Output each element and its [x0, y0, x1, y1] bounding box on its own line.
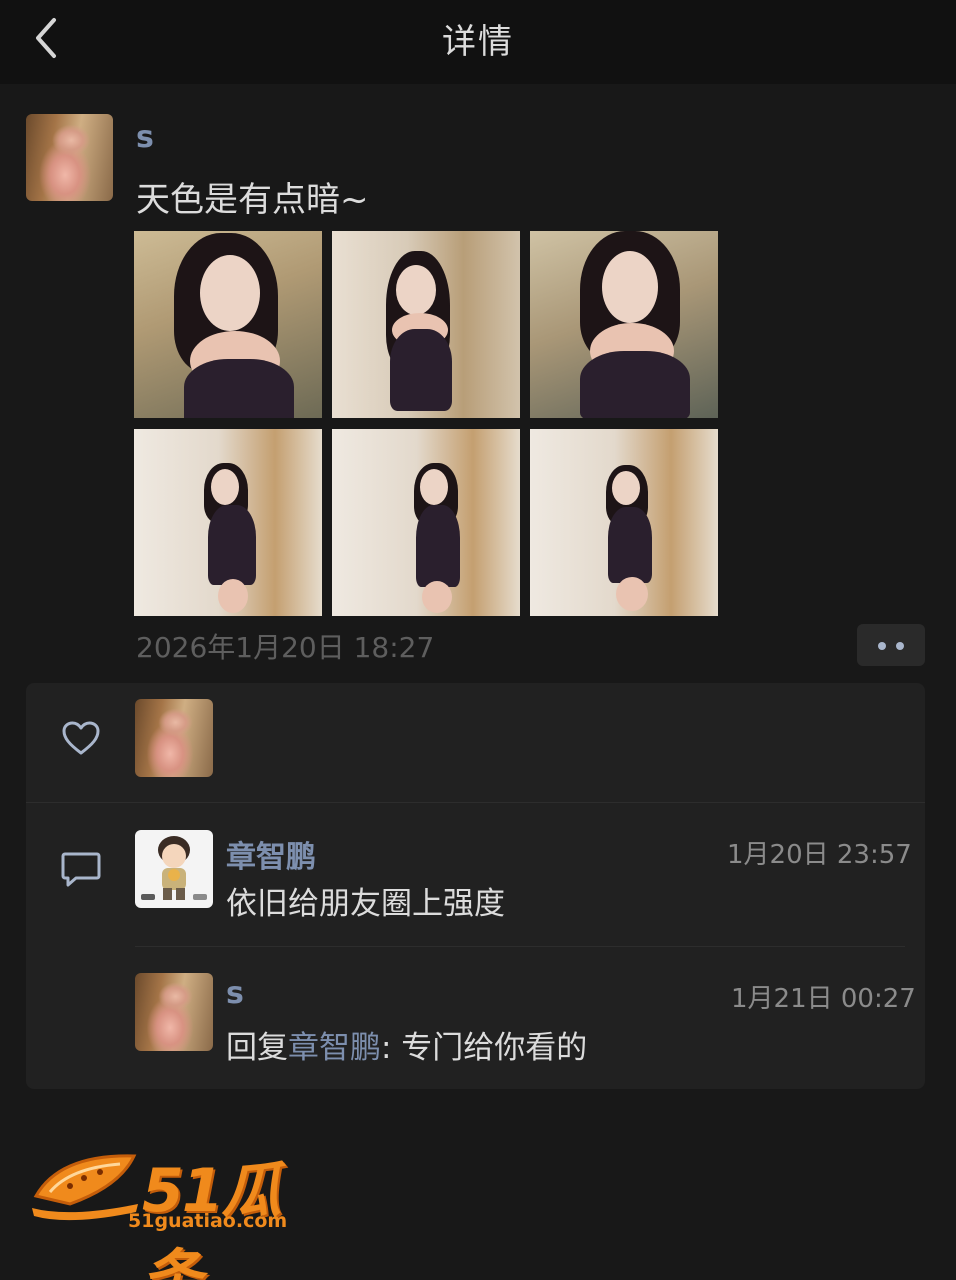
post-text: 天色是有点暗~	[136, 180, 369, 220]
reply-prefix: 回复	[226, 1030, 288, 1066]
reply-text: 回复章智鹏: 专门给你看的	[226, 1022, 587, 1067]
post-author-avatar[interactable]	[26, 114, 113, 201]
reply-author-name[interactable]: s	[226, 976, 244, 1011]
page-title: 详情	[442, 22, 514, 62]
cartoon-avatar-icon	[141, 836, 207, 900]
comment-text: 依旧给朋友圈上强度	[226, 886, 505, 922]
photo-grid	[134, 231, 718, 617]
dot-icon	[878, 642, 886, 650]
reply-time: 1月21日 00:27	[731, 984, 916, 1014]
comment-bubble-icon	[61, 852, 101, 887]
watermark-url: 51guatiao.com	[128, 1210, 288, 1232]
post-photo-2[interactable]	[332, 231, 520, 418]
liker-avatar[interactable]	[135, 699, 213, 777]
comment-author-avatar[interactable]	[135, 830, 213, 908]
post-photo-3[interactable]	[530, 231, 718, 418]
comment-author-name[interactable]: 章智鹏	[226, 832, 316, 876]
more-actions-button[interactable]	[857, 624, 925, 666]
post-photo-6[interactable]	[530, 429, 718, 616]
nav-bar: 详情	[0, 0, 956, 84]
post-photo-4[interactable]	[134, 429, 322, 616]
dot-icon	[896, 642, 904, 650]
heart-icon	[62, 721, 100, 755]
watermelon-logo-icon	[32, 1154, 138, 1221]
post-photo-1[interactable]	[134, 231, 322, 418]
post-author-name[interactable]: s	[136, 120, 154, 155]
reply-body: : 专门给你看的	[381, 1030, 588, 1066]
panel-divider	[26, 802, 925, 803]
reply-author-avatar[interactable]	[135, 973, 213, 1051]
post-photo-5[interactable]	[332, 429, 520, 616]
post-timestamp: 2026年1月20日 18:27	[136, 631, 435, 664]
comment-divider	[135, 946, 905, 947]
reply-to-name[interactable]: 章智鹏	[288, 1030, 381, 1066]
comment-time: 1月20日 23:57	[727, 840, 912, 870]
watermark-logo: 51瓜条 51guatiao.com	[30, 1146, 330, 1280]
